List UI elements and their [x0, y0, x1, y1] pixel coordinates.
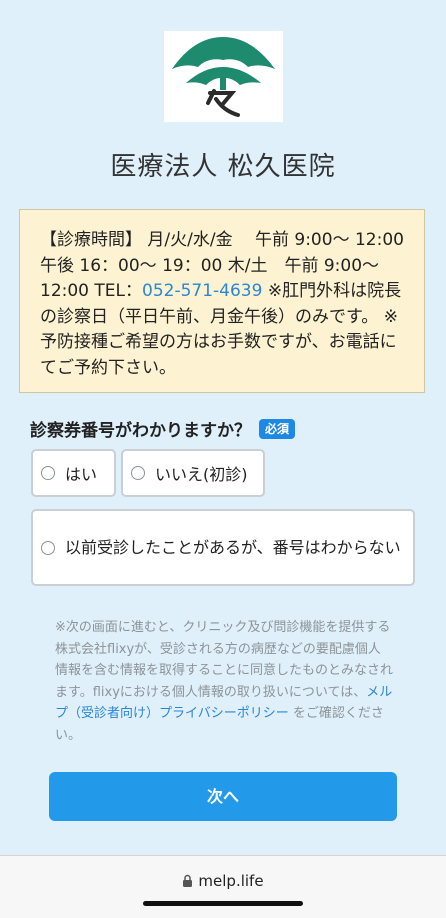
question-label: 診察券番号がわかりますか？ 必須: [30, 416, 296, 441]
clinic-logo: [164, 31, 283, 122]
required-badge: 必須: [259, 418, 296, 439]
consultation-hours-notice: 【診療時間】 月/火/水/金 午前 9:00〜 12:00 午後 16：00〜 …: [19, 209, 425, 393]
option-label: 以前受診したことがあるが、番号はわからない: [65, 537, 401, 557]
radio-icon[interactable]: [41, 540, 55, 555]
option-label: いいえ(初診): [155, 465, 248, 484]
privacy-disclaimer: ※次の画面に進むと、クリニック及び問診機能を提供する株式会社flixyが、受診さ…: [55, 617, 393, 746]
disclaimer-text: ※次の画面に進むと、クリニック及び問診機能を提供する株式会社flixyが、受診さ…: [55, 620, 394, 700]
clinic-name: 医療法人 松久医院: [110, 152, 336, 182]
pine-tree-logo-icon: [172, 37, 275, 117]
option-visited-unknown-number[interactable]: 以前受診したことがあるが、番号はわからない: [31, 509, 415, 586]
next-button[interactable]: 次へ: [49, 772, 397, 821]
option-yes[interactable]: はい: [31, 449, 116, 497]
radio-icon[interactable]: [41, 466, 55, 480]
url-bar[interactable]: melp.life: [0, 872, 446, 891]
home-indicator[interactable]: [143, 901, 303, 906]
question-text: 診察券番号がわかりますか？: [30, 421, 251, 441]
option-label: はい: [65, 465, 98, 484]
browser-bottom-bar: melp.life: [0, 855, 446, 918]
lock-icon: [182, 873, 193, 891]
option-no-first-visit[interactable]: いいえ(初診): [121, 449, 265, 497]
phone-link[interactable]: 052-571-4639: [142, 281, 262, 301]
url-text: melp.life: [198, 872, 264, 890]
radio-icon[interactable]: [131, 466, 145, 480]
